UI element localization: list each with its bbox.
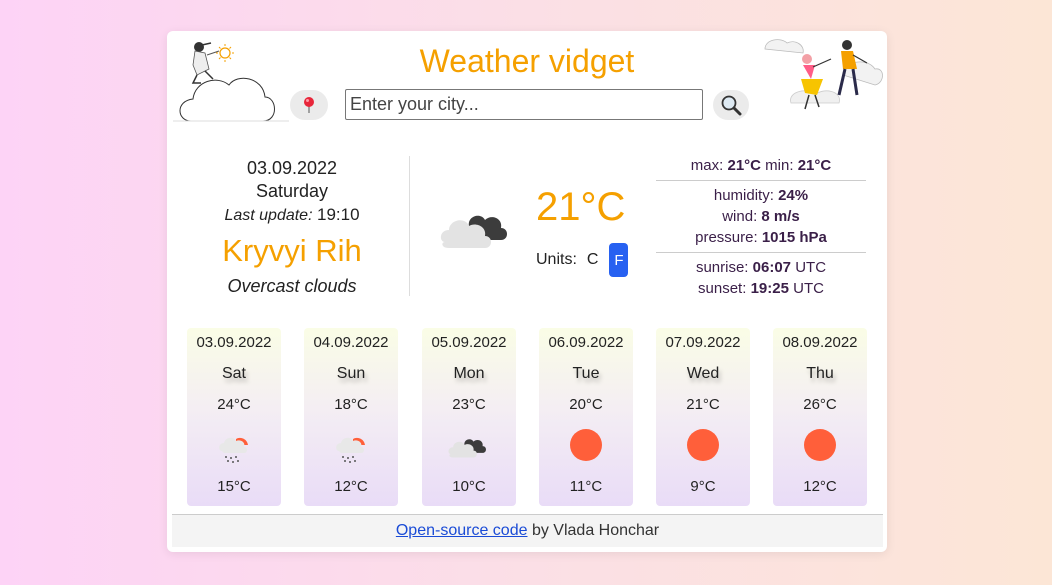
max-value: 21°C [727,157,761,174]
units-label: Units: [536,251,577,268]
forecast-day-card: 05.09.2022 Mon 23°C 10°C [422,328,516,506]
overcast-clouds-icon [440,215,507,248]
weather-card: Weather vidget 03.09.2022 Saturday Last … [167,31,887,552]
sunset-value: 19:25 [750,280,789,297]
overcast-clouds-icon [448,439,486,458]
forecast-max-temp: 23°C [452,396,486,413]
forecast-min-temp: 10°C [452,478,486,495]
forecast-min-temp: 9°C [690,478,716,495]
humidity-value: 24% [778,187,809,204]
search-button[interactable] [713,90,749,120]
forecast-max-temp: 20°C [569,396,603,413]
rain-sun-icon [336,437,365,463]
pressure-label: pressure: [695,229,758,246]
city-search-input[interactable] [345,89,703,120]
unit-celsius-button[interactable]: C [587,251,599,269]
forecast-weekday: Mon [453,365,485,382]
sunset-row: sunset: 19:25 UTC [656,278,866,299]
utc-label: UTC [793,280,824,297]
forecast-day-card: 03.09.2022 Sat 24°C 15°C [187,328,281,506]
rain-sun-icon [219,437,248,463]
city-name: Kryvyi Rih [222,233,362,268]
weather-description: Overcast clouds [227,276,357,296]
humidity-row: humidity: 24% [656,185,866,206]
forecast-date: 06.09.2022 [548,334,624,351]
current-location-button[interactable] [290,90,328,120]
forecast-weekday: Thu [806,365,834,382]
unit-fahrenheit-button[interactable]: F [609,243,629,277]
forecast-min-temp: 12°C [334,478,368,495]
sun-icon [804,429,836,461]
forecast-weekday: Sat [221,365,246,382]
last-update-label: Last update: [224,207,313,224]
forecast-date: 04.09.2022 [313,334,389,351]
sunrise-value: 06:07 [752,259,792,276]
max-label: max: [690,157,724,174]
last-update: Last update: 19:10 [187,203,397,228]
units-switch: Units: C F [536,243,629,277]
app-title: Weather vidget [419,43,635,79]
pressure-row: pressure: 1015 hPa [656,227,866,248]
last-update-time: 19:10 [316,205,360,224]
forecast-date: 08.09.2022 [782,334,858,351]
forecast-min-temp: 12°C [803,478,837,495]
current-info: 03.09.2022 Saturday Last update: 19:10 K… [187,157,397,300]
footer: Open-source code by Vlada Honchar [172,514,883,547]
current-day: Saturday [255,181,329,201]
magnifier-icon [721,95,742,116]
map-pin-icon [304,97,314,113]
forecast-weekday: Tue [572,365,600,382]
forecast-weekday: Wed [686,365,720,382]
wind-label: wind: [722,208,758,225]
forecast-min-temp: 11°C [569,478,603,495]
forecast-min-temp: 15°C [217,478,251,495]
sunrise-row: sunrise: 06:07 UTC [656,257,866,278]
min-max-row: max: 21°C min: 21°C [656,155,866,176]
forecast-date: 03.09.2022 [196,334,272,351]
forecast-date: 05.09.2022 [431,334,507,351]
utc-label: UTC [795,259,827,276]
forecast-max-temp: 21°C [686,396,720,413]
humidity-label: humidity: [713,187,774,204]
forecast-day-card: 07.09.2022 Wed 21°C 9°C [656,328,750,506]
vertical-divider [409,156,410,296]
current-date: 03.09.2022 [246,158,338,178]
forecast-weekday: Sun [336,365,366,382]
forecast-max-temp: 24°C [217,396,251,413]
stats-separator [656,252,866,253]
sun-icon [570,429,602,461]
forecast-day-card: 04.09.2022 Sun 18°C 12°C [304,328,398,506]
wind-row: wind: 8 m/s [656,206,866,227]
forecast-max-temp: 26°C [803,396,837,413]
min-value: 21°C [797,157,832,174]
stats-separator [656,180,866,181]
source-code-link[interactable]: Open-source code [396,522,528,539]
sunset-label: sunset: [698,280,747,297]
forecast-day-card: 08.09.2022 Thu 26°C 12°C [773,328,867,506]
current-temperature: 21°C [536,185,626,229]
wind-value: 8 m/s [761,208,800,225]
forecast-max-temp: 18°C [334,396,368,413]
forecast-day-card: 06.09.2022 Tue 20°C 11°C [539,328,633,506]
pressure-value: 1015 hPa [761,229,827,246]
weather-stats: max: 21°C min: 21°C humidity: 24% wind: … [656,155,866,299]
sun-icon [687,429,719,461]
min-label: min: [765,157,794,174]
forecast-date: 07.09.2022 [665,334,741,351]
sunrise-label: sunrise: [695,259,749,276]
author-text: by Vlada Honchar [527,522,660,539]
